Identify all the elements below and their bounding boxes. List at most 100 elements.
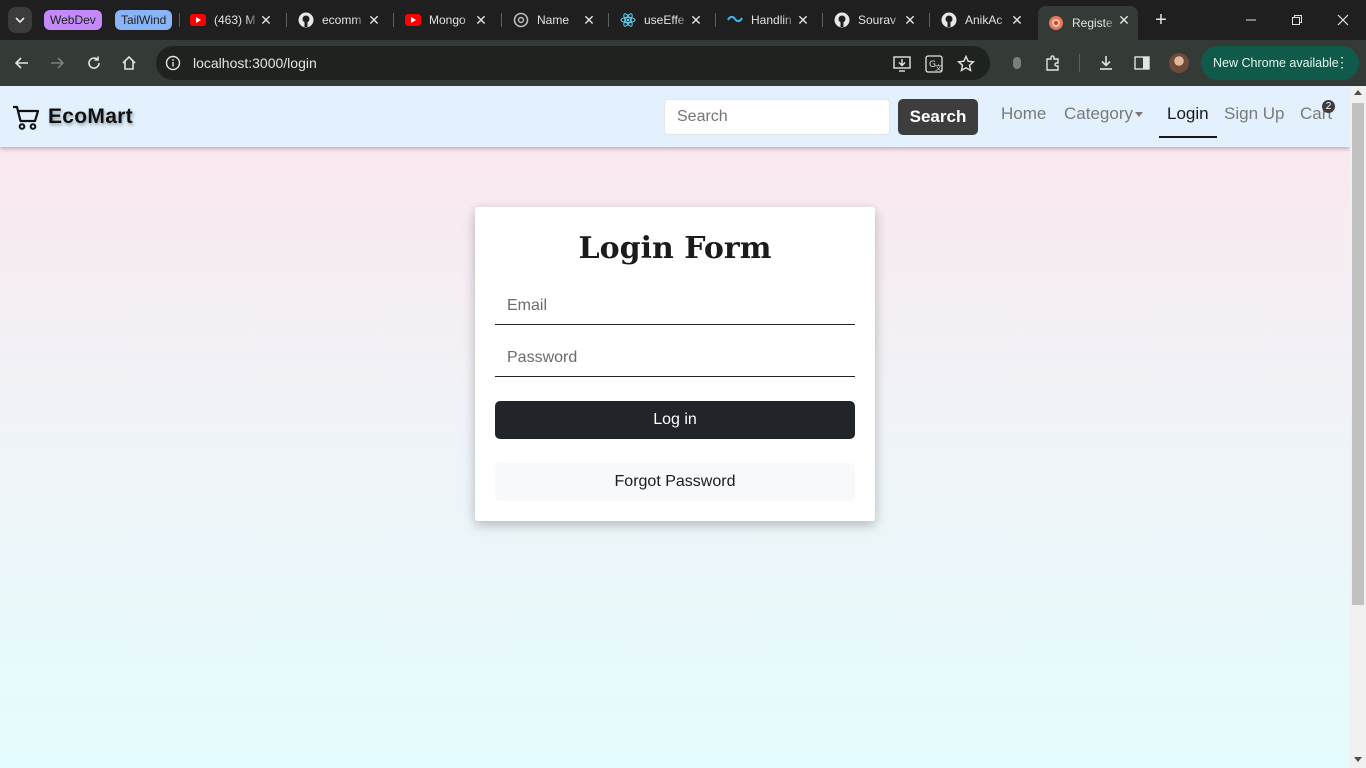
tab-separator — [929, 13, 930, 27]
tab-title: (463) M — [214, 13, 256, 27]
tab-group-webdev[interactable]: WebDev — [44, 10, 102, 30]
browser-tab[interactable]: (463) M ✕ — [180, 6, 280, 34]
brand-name: EcoMart — [48, 105, 133, 128]
caret-down-icon — [1134, 112, 1143, 118]
tailwind-icon — [727, 12, 743, 28]
search-input[interactable]: Search — [664, 99, 890, 135]
search-button[interactable]: Search — [898, 99, 978, 135]
cart-count-badge: 2 — [1322, 100, 1335, 113]
close-icon[interactable]: ✕ — [1009, 12, 1025, 28]
shopping-cart-icon — [13, 105, 40, 130]
browser-tab[interactable]: Name ✕ — [503, 6, 603, 34]
downloads-button[interactable] — [1094, 51, 1118, 75]
browser-tab-strip: WebDev TailWind (463) M ✕ ecomm ✕ Mongo … — [0, 0, 1366, 40]
browser-tab-active[interactable]: Registe ✕ — [1038, 6, 1138, 40]
address-bar[interactable]: localhost:3000/login G文 — [156, 46, 990, 80]
browser-tab[interactable]: Handlin ✕ — [717, 6, 817, 34]
page-scrollbar[interactable] — [1350, 86, 1366, 768]
tab-title: AnikAc — [965, 13, 1003, 27]
close-icon[interactable]: ✕ — [581, 12, 597, 28]
chevron-down-icon — [15, 17, 25, 24]
github-icon — [941, 12, 957, 28]
browser-tab[interactable]: AnikAc ✕ — [931, 6, 1031, 34]
tab-separator — [393, 13, 394, 27]
update-label: New Chrome available — [1213, 56, 1339, 70]
reload-button[interactable] — [82, 51, 106, 75]
browser-tab[interactable]: useEffe ✕ — [610, 6, 710, 34]
close-icon[interactable]: ✕ — [366, 12, 382, 28]
install-app-icon[interactable] — [892, 54, 912, 74]
tab-search-button[interactable] — [8, 7, 32, 33]
arrow-left-icon — [14, 57, 28, 69]
address-url: localhost:3000/login — [193, 55, 317, 71]
toolbar-separator — [1079, 54, 1080, 72]
close-icon[interactable]: ✕ — [1116, 12, 1132, 28]
browser-tab[interactable]: ecomm ✕ — [288, 6, 388, 34]
login-card: Login Form Email Password Log in Forgot … — [475, 207, 875, 521]
github-icon — [298, 12, 314, 28]
forward-button[interactable] — [45, 51, 69, 75]
tab-title: Registe — [1072, 16, 1113, 30]
page-viewport: EcoMart Search Search Home Category Logi… — [0, 86, 1350, 768]
react-icon — [620, 12, 636, 28]
svg-text:文: 文 — [935, 63, 942, 72]
scroll-up-arrow-icon[interactable] — [1354, 90, 1362, 95]
extensions-button[interactable] — [1041, 51, 1065, 75]
restore-button[interactable] — [1274, 0, 1320, 40]
nav-category-dropdown[interactable]: Category — [1064, 104, 1143, 124]
new-tab-button[interactable]: + — [1150, 9, 1172, 31]
home-button[interactable] — [117, 51, 141, 75]
arrow-right-icon — [51, 57, 65, 69]
side-panel-button[interactable] — [1130, 51, 1154, 75]
tab-title: useEffe — [644, 13, 685, 27]
email-field[interactable]: Email — [495, 289, 855, 325]
close-window-button[interactable] — [1320, 0, 1366, 40]
password-field[interactable]: Password — [495, 341, 855, 377]
minimize-button[interactable] — [1228, 0, 1274, 40]
tab-separator — [822, 13, 823, 27]
github-icon — [834, 12, 850, 28]
home-icon — [122, 55, 136, 70]
puzzle-icon — [1046, 55, 1059, 71]
tab-title: Name — [537, 13, 570, 27]
close-icon[interactable]: ✕ — [795, 12, 811, 28]
chrome-update-button[interactable]: New Chrome available ⋮ — [1201, 46, 1359, 80]
scrollbar-thumb[interactable] — [1352, 103, 1364, 605]
youtube-icon — [405, 12, 421, 28]
nav-login-link[interactable]: Login — [1167, 104, 1209, 124]
mouse-icon — [1013, 57, 1021, 69]
tab-title: Handlin — [751, 13, 792, 27]
email-placeholder: Email — [507, 297, 548, 314]
browser-tab[interactable]: Sourav ✕ — [824, 6, 924, 34]
close-icon[interactable]: ✕ — [688, 12, 704, 28]
close-icon[interactable]: ✕ — [258, 12, 274, 28]
site-info-icon[interactable] — [164, 54, 182, 72]
forgot-password-button[interactable]: Forgot Password — [495, 463, 855, 501]
tab-separator — [501, 13, 502, 27]
password-placeholder: Password — [507, 349, 578, 366]
reload-icon — [88, 56, 100, 69]
tab-separator — [286, 13, 287, 27]
more-menu-icon[interactable]: ⋮ — [1335, 54, 1349, 71]
close-icon[interactable]: ✕ — [902, 12, 918, 28]
browser-tab[interactable]: Mongo ✕ — [395, 6, 495, 34]
back-button[interactable] — [10, 51, 34, 75]
login-submit-button[interactable]: Log in — [495, 401, 855, 439]
nav-signup-link[interactable]: Sign Up — [1224, 104, 1284, 124]
tab-title: Sourav — [858, 13, 897, 27]
login-form-title: Login Form — [578, 231, 772, 266]
site-navbar: EcoMart Search Search Home Category Logi… — [0, 86, 1350, 147]
translate-icon[interactable]: G文 — [924, 54, 944, 74]
extension-mouse-button[interactable] — [1005, 51, 1029, 75]
youtube-icon — [190, 12, 206, 28]
profile-avatar[interactable] — [1169, 53, 1189, 73]
nav-home-link[interactable]: Home — [1001, 104, 1046, 124]
close-icon[interactable]: ✕ — [473, 12, 489, 28]
tab-title: Mongo — [429, 13, 466, 27]
tab-group-tailwind[interactable]: TailWind — [115, 10, 173, 30]
bookmark-star-icon[interactable] — [956, 54, 976, 74]
scroll-down-arrow-icon[interactable] — [1354, 757, 1362, 762]
brand-link[interactable]: EcoMart — [12, 101, 133, 133]
tab-separator — [715, 13, 716, 27]
close-icon — [1337, 14, 1349, 26]
